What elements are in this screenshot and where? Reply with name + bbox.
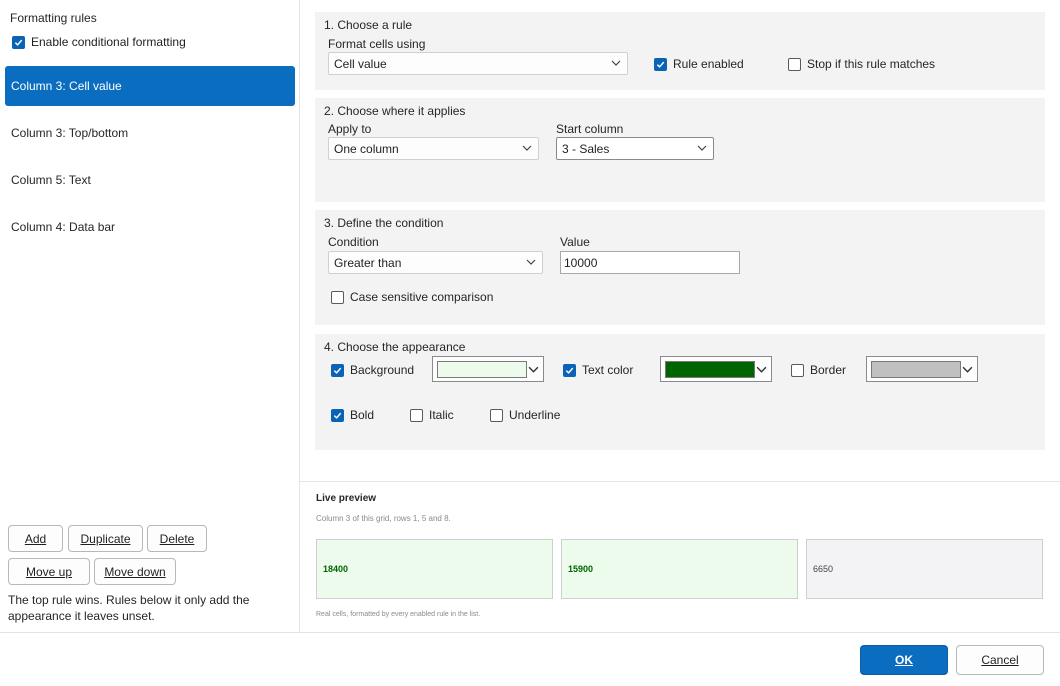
rule-item-label: Column 3: Top/bottom <box>11 126 129 140</box>
apply-to-value: One column <box>334 141 399 156</box>
rules-sidebar: Formatting rules Enable conditional form… <box>0 0 300 632</box>
choose-rule-panel: 1. Choose a rule Format cells using Cell… <box>315 12 1045 90</box>
chevron-down-icon <box>756 366 767 373</box>
rule-item-column-4-data-bar[interactable]: Column 4: Data bar <box>5 207 295 247</box>
rule-item-column-3-top-bottom[interactable]: Column 3: Top/bottom <box>5 113 295 153</box>
checkbox-icon[interactable] <box>490 408 503 422</box>
move-down-button[interactable]: Move down <box>94 558 176 585</box>
preview-cell-value: 18400 <box>323 564 349 574</box>
italic-checkbox[interactable]: Italic <box>410 408 454 422</box>
border-label: Border <box>810 363 847 377</box>
checkbox-icon[interactable] <box>654 57 667 71</box>
border-color-picker[interactable] <box>866 356 978 382</box>
condition-value: Greater than <box>334 255 402 270</box>
background-checkbox[interactable]: Background <box>331 363 414 377</box>
rule-item-column-5-text[interactable]: Column 5: Text <box>5 160 295 200</box>
format-cells-value: Cell value <box>334 56 387 71</box>
checkbox-icon[interactable] <box>788 57 801 71</box>
start-column-dropdown[interactable]: 3 - Sales <box>556 137 714 160</box>
ok-button[interactable]: OK <box>860 645 948 675</box>
checkbox-icon[interactable] <box>331 363 344 377</box>
panel-title: 4. Choose the appearance <box>324 340 466 354</box>
underline-checkbox[interactable]: Underline <box>490 408 560 422</box>
preview-cell: 15900 <box>561 539 798 599</box>
chevron-down-icon <box>611 60 621 66</box>
checkbox-icon[interactable] <box>331 408 344 422</box>
condition-value-input[interactable]: 10000 <box>560 251 740 274</box>
start-column-value: 3 - Sales <box>562 141 610 156</box>
chevron-down-icon <box>697 145 707 151</box>
live-preview-section: Live preview Column 3 of this grid, rows… <box>300 481 1060 632</box>
bold-label: Bold <box>350 408 375 422</box>
italic-label: Italic <box>429 408 454 422</box>
condition-label: Condition <box>328 235 379 249</box>
text-color-picker[interactable] <box>660 356 772 382</box>
preview-cell: 18400 <box>316 539 553 599</box>
rule-item-column-3-cell-value[interactable]: Column 3: Cell value <box>5 66 295 106</box>
text-color-swatch <box>665 361 755 378</box>
panel-title: 2. Choose where it applies <box>324 104 466 118</box>
rule-item-label: Column 3: Cell value <box>11 79 122 93</box>
stop-if-matches-checkbox[interactable]: Stop if this rule matches <box>788 57 935 71</box>
border-checkbox[interactable]: Border <box>791 363 846 377</box>
case-sensitive-label: Case sensitive comparison <box>350 290 494 304</box>
chevron-down-icon <box>962 366 973 373</box>
rule-enabled-checkbox[interactable]: Rule enabled <box>654 57 744 71</box>
stop-if-matches-label: Stop if this rule matches <box>807 57 936 71</box>
delete-rule-button[interactable]: Delete <box>147 525 207 552</box>
condition-dropdown[interactable]: Greater than <box>328 251 543 274</box>
panel-title: 1. Choose a rule <box>324 18 413 32</box>
define-condition-panel: 3. Define the condition Condition Greate… <box>315 210 1045 325</box>
format-cells-dropdown[interactable]: Cell value <box>328 52 628 75</box>
rule-item-label: Column 4: Data bar <box>11 220 116 234</box>
choose-where-panel: 2. Choose where it applies Apply to One … <box>315 98 1045 202</box>
chevron-down-icon <box>528 366 539 373</box>
case-sensitive-checkbox[interactable]: Case sensitive comparison <box>331 290 493 304</box>
checkbox-icon[interactable] <box>791 363 804 377</box>
duplicate-rule-button[interactable]: Duplicate <box>68 525 143 552</box>
checkbox-icon[interactable] <box>563 363 576 377</box>
apply-to-label: Apply to <box>328 122 372 136</box>
dialog-footer: OK Cancel <box>0 632 1060 686</box>
underline-label: Underline <box>509 408 561 422</box>
start-column-label: Start column <box>556 122 624 136</box>
bold-checkbox[interactable]: Bold <box>331 408 374 422</box>
text-color-checkbox[interactable]: Text color <box>563 363 633 377</box>
rule-order-hint: The top rule wins. Rules below it only a… <box>8 593 250 623</box>
enable-conditional-formatting-label: Enable conditional formatting <box>31 35 186 49</box>
format-cells-label: Format cells using <box>328 37 426 51</box>
rule-enabled-label: Rule enabled <box>673 57 744 71</box>
checkbox-icon[interactable] <box>331 290 344 304</box>
checkbox-icon[interactable] <box>410 408 423 422</box>
preview-cell-value: 15900 <box>568 564 594 574</box>
choose-appearance-panel: 4. Choose the appearance Background Text… <box>315 334 1045 450</box>
background-color-picker[interactable] <box>432 356 544 382</box>
live-preview-footnote: Real cells, formatted by every enabled r… <box>316 611 481 618</box>
live-preview-subtitle: Column 3 of this grid, rows 1, 5 and 8. <box>316 514 451 523</box>
rule-item-label: Column 5: Text <box>11 173 91 187</box>
border-color-swatch <box>871 361 961 378</box>
panel-title: 3. Define the condition <box>324 216 444 230</box>
apply-to-dropdown[interactable]: One column <box>328 137 539 160</box>
enable-conditional-formatting-checkbox[interactable]: Enable conditional formatting <box>12 35 186 49</box>
preview-cell-value: 6650 <box>813 564 834 574</box>
preview-cell: 6650 <box>806 539 1043 599</box>
chevron-down-icon <box>526 259 536 265</box>
chevron-down-icon <box>522 145 532 151</box>
move-up-button[interactable]: Move up <box>8 558 90 585</box>
text-color-label: Text color <box>582 363 634 377</box>
cancel-button[interactable]: Cancel <box>956 645 1044 675</box>
checkbox-icon[interactable] <box>12 35 25 49</box>
live-preview-title: Live preview <box>316 493 377 504</box>
background-label: Background <box>350 363 415 377</box>
value-label: Value <box>560 235 590 249</box>
add-rule-button[interactable]: Add <box>8 525 63 552</box>
sidebar-title: Formatting rules <box>10 11 97 25</box>
background-color-swatch <box>437 361 527 378</box>
